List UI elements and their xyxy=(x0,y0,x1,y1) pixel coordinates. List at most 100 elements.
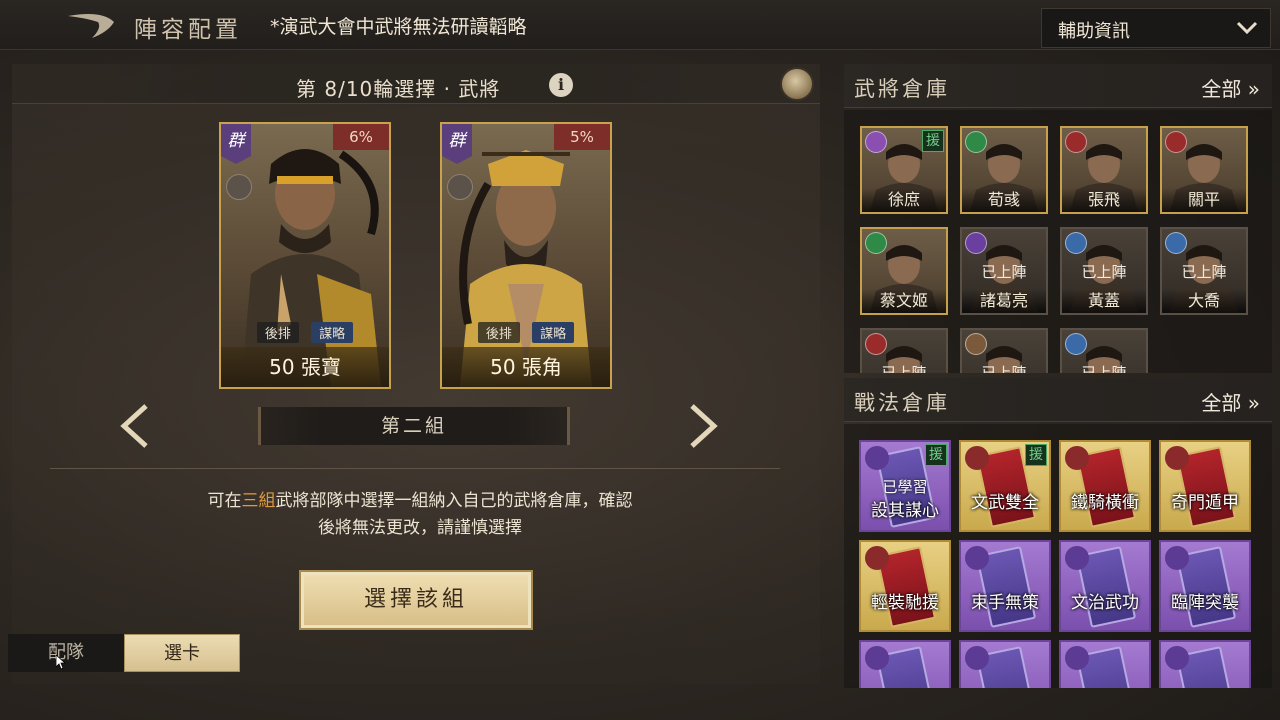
support-badge: 援 xyxy=(1025,444,1047,466)
skill-type-icon xyxy=(1065,546,1089,570)
troop-type-icon xyxy=(965,333,987,355)
troop-type-icon xyxy=(965,232,987,254)
general-slot-name: 張飛 xyxy=(1062,188,1146,212)
general-slot[interactable]: 關平 xyxy=(1160,126,1248,214)
next-group-arrow-icon[interactable] xyxy=(688,404,718,448)
type-tag: 謀略 xyxy=(532,322,575,343)
chevron-down-icon xyxy=(1236,21,1258,35)
general-slot-name: 徐庶 xyxy=(862,188,946,212)
skill-slot[interactable] xyxy=(959,640,1051,688)
card-tags: 後排 謀略 xyxy=(221,322,389,343)
general-slot[interactable]: 已上陣 xyxy=(960,328,1048,373)
general-slot[interactable]: 已上陣 xyxy=(1060,328,1148,373)
troop-type-icon xyxy=(865,333,887,355)
skill-slot[interactable]: 援文武雙全 xyxy=(959,440,1051,532)
skill-type-icon xyxy=(965,646,989,670)
general-slot[interactable]: 張飛 xyxy=(1060,126,1148,214)
deployed-status: 已上陣 xyxy=(981,263,1027,281)
general-slot[interactable]: 荀彧 xyxy=(960,126,1048,214)
deployed-status: 已上陣 xyxy=(981,364,1027,373)
skill-type-icon xyxy=(1065,446,1089,470)
general-name: 50 張角 xyxy=(442,347,610,387)
general-slot[interactable]: 已上陣 大喬 xyxy=(1160,227,1248,315)
troop-type-icon xyxy=(1165,232,1187,254)
tab-cards[interactable]: 選卡 xyxy=(124,634,240,672)
card-tags: 後排 謀略 xyxy=(442,322,610,343)
skill-slot[interactable]: 文治武功 xyxy=(1059,540,1151,632)
troop-type-icon xyxy=(1165,131,1187,153)
selection-description: 可在三組武將部隊中選擇一組納入自己的武將倉庫，確認 後將無法更改，請謹慎選擇 xyxy=(120,488,720,542)
top-bar: 陣容配置 *演武大會中武將無法研讀韜略 輔助資訊 xyxy=(0,0,1280,50)
general-slot[interactable]: 已上陣 諸葛亮 xyxy=(960,227,1048,315)
skill-name: 輕裝馳援 xyxy=(871,593,939,613)
skill-name: 束手無策 xyxy=(971,593,1039,613)
general-filter-all[interactable]: 全部 » xyxy=(1201,73,1260,102)
desc-line2: 後將無法更改，請謹慎選擇 xyxy=(318,518,522,538)
desc-part2: 武將部隊中選擇一組納入自己的武將倉庫，確認 xyxy=(275,491,633,511)
troop-type-icon xyxy=(965,131,987,153)
pick-rate: 5% xyxy=(554,124,610,150)
skill-name: 臨陣突襲 xyxy=(1171,593,1239,613)
learned-status: 已學習 xyxy=(882,478,928,496)
skill-type-icon xyxy=(865,646,889,670)
skill-grid: 援已學習設其謀心援文武雙全 鐵騎橫衝 奇門遁甲輕裝馳援 束手無策 文治武功 臨陣突襲 xyxy=(844,424,1272,688)
skill-type-icon xyxy=(1165,646,1189,670)
skill-slot[interactable]: 輕裝馳援 xyxy=(859,540,951,632)
faction-badge: 群 xyxy=(221,124,251,164)
general-slot[interactable]: 已上陣 黃蓋 xyxy=(1060,227,1148,315)
deployed-status: 已上陣 xyxy=(1081,364,1127,373)
general-card[interactable]: 群 6% 後排 謀略 50 張寶 xyxy=(219,122,391,389)
prev-group-arrow-icon[interactable] xyxy=(120,404,150,448)
type-tag: 謀略 xyxy=(311,322,354,343)
skill-type-icon xyxy=(1165,446,1189,470)
round-text: 第 8/10輪選擇 · 武將 xyxy=(296,77,501,101)
skill-slot[interactable]: 奇門遁甲 xyxy=(1159,440,1251,532)
general-name: 50 張寶 xyxy=(221,347,389,387)
bottom-tabs: 配隊 選卡 xyxy=(8,634,240,672)
coin-icon[interactable] xyxy=(780,67,814,101)
general-slot-name: 關平 xyxy=(1162,188,1246,212)
desc-highlight: 三組 xyxy=(241,491,276,511)
shield-icon xyxy=(226,174,252,200)
skill-type-icon xyxy=(1065,646,1089,670)
deployed-status: 已上陣 xyxy=(1181,263,1227,281)
skill-slot[interactable]: 鐵騎橫衝 xyxy=(1059,440,1151,532)
divider xyxy=(50,468,780,469)
general-slot-name: 荀彧 xyxy=(962,188,1046,212)
assist-info-dropdown[interactable]: 輔助資訊 xyxy=(1041,8,1271,48)
general-slot[interactable]: 已上陣 xyxy=(860,328,948,373)
skill-slot[interactable] xyxy=(1159,640,1251,688)
general-storage-header: 武將倉庫 全部 » xyxy=(844,64,1272,108)
general-slot-name: 諸葛亮 xyxy=(962,289,1046,313)
skill-storage-header: 戰法倉庫 全部 » xyxy=(844,378,1272,422)
skill-type-icon xyxy=(1165,546,1189,570)
general-slot-name: 黃蓋 xyxy=(1062,289,1146,313)
position-tag: 後排 xyxy=(256,322,299,343)
tab-team[interactable]: 配隊 xyxy=(8,634,124,672)
troop-type-icon xyxy=(1065,333,1087,355)
group-label: 第二組 xyxy=(258,407,570,445)
skill-filter-all[interactable]: 全部 » xyxy=(1201,387,1260,416)
skill-slot[interactable]: 臨陣突襲 xyxy=(1159,540,1251,632)
skill-name: 設其謀心 xyxy=(871,501,939,521)
skill-storage-title: 戰法倉庫 xyxy=(854,391,950,415)
troop-type-icon xyxy=(865,232,887,254)
skill-type-icon xyxy=(865,446,889,470)
general-slot[interactable]: 蔡文姬 xyxy=(860,227,948,315)
skill-slot[interactable]: 援已學習 設其謀心 xyxy=(859,440,951,532)
skill-slot[interactable] xyxy=(859,640,951,688)
skill-slot[interactable]: 束手無策 xyxy=(959,540,1051,632)
choose-group-button[interactable]: 選擇該組 xyxy=(299,570,533,630)
general-slot-name: 蔡文姬 xyxy=(862,289,946,313)
shield-icon xyxy=(447,174,473,200)
general-grid: 援徐庶 荀彧 張飛 關平 蔡文姬 已上陣 諸葛亮 已上陣 黃蓋 已上陣 大喬 已上陣 已上陣 已上陣 xyxy=(844,110,1272,373)
info-icon[interactable]: i xyxy=(549,73,573,97)
position-tag: 後排 xyxy=(477,322,520,343)
desc-part1: 可在 xyxy=(207,491,242,511)
general-card[interactable]: 群 5% 後排 謀略 50 張角 xyxy=(440,122,612,389)
general-slot[interactable]: 援徐庶 xyxy=(860,126,948,214)
back-arrow-icon[interactable] xyxy=(62,8,122,42)
skill-slot[interactable] xyxy=(1059,640,1151,688)
troop-type-icon xyxy=(1065,232,1087,254)
skill-name: 文武雙全 xyxy=(971,493,1039,513)
